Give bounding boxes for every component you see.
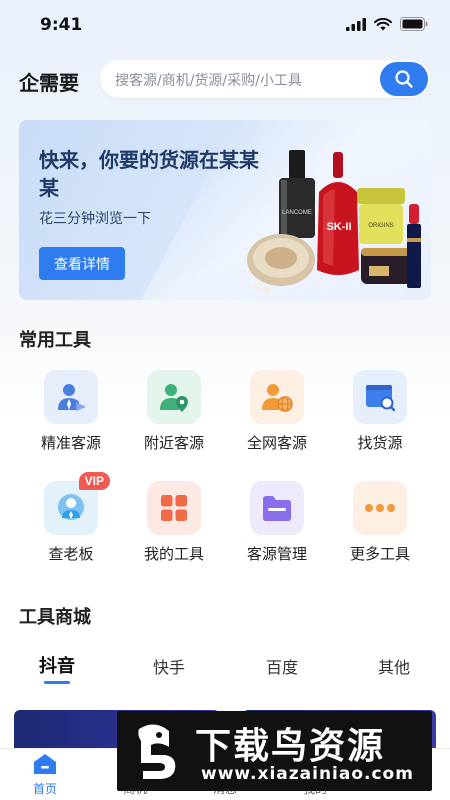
view-details-button[interactable]: 查看详情	[39, 247, 125, 280]
home-icon	[34, 754, 56, 774]
origins-label: ORIGINS	[368, 223, 393, 229]
tool-label: 精准客源	[40, 434, 101, 452]
more-icon	[353, 481, 407, 535]
status-bar: 9:41	[0, 0, 450, 52]
watermark-overlay: 下载鸟资源 www.xiazainiao.com	[117, 711, 432, 791]
person-target-icon	[44, 370, 98, 424]
tool-lead-management[interactable]: 客源管理	[232, 481, 322, 564]
banner-subtitle: 花三分钟浏览一下	[39, 211, 151, 227]
tool-label: 更多工具	[349, 545, 410, 563]
tool-precise-leads[interactable]: 精准客源	[26, 370, 116, 453]
vip-badge: VIP	[78, 472, 110, 490]
tool-more[interactable]: 更多工具	[335, 481, 425, 564]
common-tools-title: 常用工具	[19, 330, 91, 351]
tab-baidu[interactable]: 百度	[237, 654, 327, 678]
status-icons	[346, 17, 428, 31]
battery-icon	[400, 17, 428, 31]
tool-label: 我的工具	[143, 545, 204, 563]
promo-banner[interactable]: 快来，你要的货源在某某某 花三分钟浏览一下 查看详情 LANCOME ORIGI…	[19, 120, 431, 300]
tool-find-supply[interactable]: 找货源	[335, 370, 425, 453]
app-title: 企需要	[19, 71, 79, 95]
search-button[interactable]	[380, 62, 428, 96]
person-globe-icon	[250, 370, 304, 424]
folder-icon	[250, 481, 304, 535]
person-location-icon	[147, 370, 201, 424]
bird-logo-icon	[138, 724, 176, 779]
search-icon	[395, 70, 413, 88]
watermark-url: www.xiazainiao.com	[201, 764, 414, 784]
tool-label: 查老板	[48, 545, 94, 563]
header: 企需要 搜客源/商机/货源/采购/小工具	[0, 58, 450, 102]
tool-find-boss[interactable]: VIP 查老板	[26, 472, 116, 564]
tool-my-tools[interactable]: 我的工具	[129, 481, 219, 564]
skii-label: SK-II	[326, 221, 351, 233]
wifi-icon	[374, 17, 392, 30]
lancome-label: LANCOME	[282, 210, 312, 216]
tab-douyin[interactable]: 抖音	[12, 652, 102, 678]
watermark-title: 下载鸟资源	[195, 726, 386, 767]
tool-web-leads[interactable]: 全网客源	[232, 370, 322, 453]
tab-other[interactable]: 其他	[349, 654, 439, 678]
tool-mall-tabs: 抖音 快手 百度 其他	[0, 652, 450, 692]
tool-label: 找货源	[357, 434, 403, 452]
tab-kuaishou[interactable]: 快手	[124, 654, 214, 678]
window-search-icon	[353, 370, 407, 424]
nav-label: 首页	[32, 782, 57, 796]
active-tab-indicator	[44, 681, 70, 684]
banner-title: 快来，你要的货源在某某某	[39, 148, 259, 200]
status-time: 9:41	[40, 15, 83, 35]
nav-home[interactable]: 首页	[0, 753, 90, 797]
cosmetics-products-image: LANCOME ORIGINS SK-II	[247, 150, 421, 294]
search-placeholder: 搜客源/商机/货源/采购/小工具	[115, 73, 302, 89]
tool-mall-title: 工具商城	[19, 607, 91, 628]
tool-label: 全网客源	[246, 434, 307, 452]
boss-icon: VIP	[44, 472, 110, 535]
signal-icon	[346, 17, 366, 31]
tool-label: 客源管理	[246, 545, 307, 563]
tool-label: 附近客源	[143, 434, 204, 452]
tool-nearby-leads[interactable]: 附近客源	[129, 370, 219, 453]
search-input[interactable]: 搜客源/商机/货源/采购/小工具	[100, 60, 430, 98]
grid-icon	[147, 481, 201, 535]
